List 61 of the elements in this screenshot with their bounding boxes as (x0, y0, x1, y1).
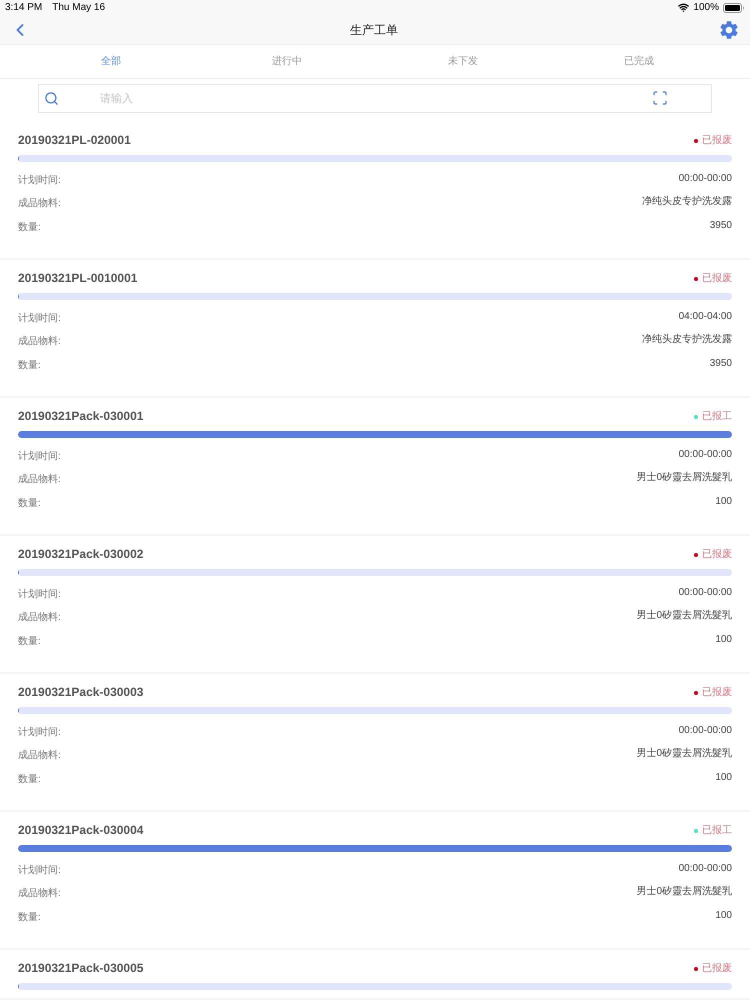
field-value: 100 (715, 910, 732, 922)
status-label: 已报工 (702, 825, 732, 837)
status-label: 已报废 (702, 963, 732, 975)
field-label: 数量: (18, 222, 41, 234)
search-field[interactable]: 请输入 (38, 84, 712, 113)
search-icon (44, 91, 59, 106)
field-label: 成品物料: (18, 198, 61, 210)
status-label: 已报废 (702, 549, 732, 561)
field-label: 成品物料: (18, 612, 61, 624)
field-label: 计划时间: (18, 726, 61, 739)
field-value: 净纯头皮专护洗发露 (642, 196, 732, 208)
field-value: 100 (715, 634, 732, 646)
field-value: 男士0矽靈去屑洗髮乳 (636, 472, 732, 484)
field-value: 00:00-00:00 (678, 172, 732, 185)
order-number: 20190321Pack-030001 (18, 408, 144, 424)
scan-icon[interactable] (652, 90, 668, 106)
nav-title: 生产工单 (350, 23, 398, 38)
settings-icon (718, 19, 740, 42)
field-label: 计划时间: (18, 312, 61, 325)
field-label: 成品物料: (18, 336, 61, 348)
field-value: 04:00-04:00 (678, 310, 732, 323)
order-number: 20190321Pack-030003 (18, 684, 144, 700)
settings-button[interactable] (718, 19, 740, 42)
order-number: 20190321Pack-030002 (18, 546, 144, 562)
field-label: 数量: (18, 498, 41, 510)
status-label: 已报废 (702, 687, 732, 699)
order-number: 20190321PL-020001 (18, 132, 131, 148)
field-value: 00:00-00:00 (678, 586, 732, 599)
field-value: 100 (715, 496, 732, 508)
field-label: 计划时间: (18, 864, 61, 877)
status-label: 已报废 (702, 273, 732, 285)
field-value: 00:00-00:00 (678, 724, 732, 737)
field-value: 3950 (710, 220, 732, 232)
field-value: 100 (715, 772, 732, 784)
field-label: 计划时间: (18, 450, 61, 463)
field-value: 净纯头皮专护洗发露 (642, 334, 732, 346)
field-label: 计划时间: (18, 174, 61, 187)
battery-percent: 100% (693, 2, 719, 14)
field-label: 数量: (18, 636, 41, 648)
field-label: 成品物料: (18, 888, 61, 900)
order-number: 20190321Pack-030004 (18, 822, 144, 838)
order-number: 20190321Pack-030005 (18, 960, 144, 976)
status-label: 已报废 (702, 135, 732, 147)
field-value: 3950 (710, 358, 732, 370)
field-value: 男士0矽靈去屑洗髮乳 (636, 748, 732, 760)
order-number: 20190321PL-0010001 (18, 270, 138, 286)
field-label: 数量: (18, 774, 41, 786)
field-label: 数量: (18, 360, 41, 372)
field-label: 成品物料: (18, 474, 61, 486)
field-value: 男士0矽靈去屑洗髮乳 (636, 610, 732, 622)
field-value: 00:00-00:00 (678, 862, 732, 875)
battery-icon (723, 2, 745, 13)
field-label: 数量: (18, 912, 41, 924)
status-time: 3:14 PM (5, 2, 42, 14)
field-value: 男士0矽靈去屑洗髮乳 (636, 886, 732, 898)
field-label: 成品物料: (18, 750, 61, 762)
field-label: 计划时间: (18, 588, 61, 601)
status-date: Thu May 16 (52, 2, 106, 14)
status-label: 已报工 (702, 411, 732, 423)
field-value: 00:00-00:00 (678, 448, 732, 461)
wifi-icon (678, 2, 690, 14)
